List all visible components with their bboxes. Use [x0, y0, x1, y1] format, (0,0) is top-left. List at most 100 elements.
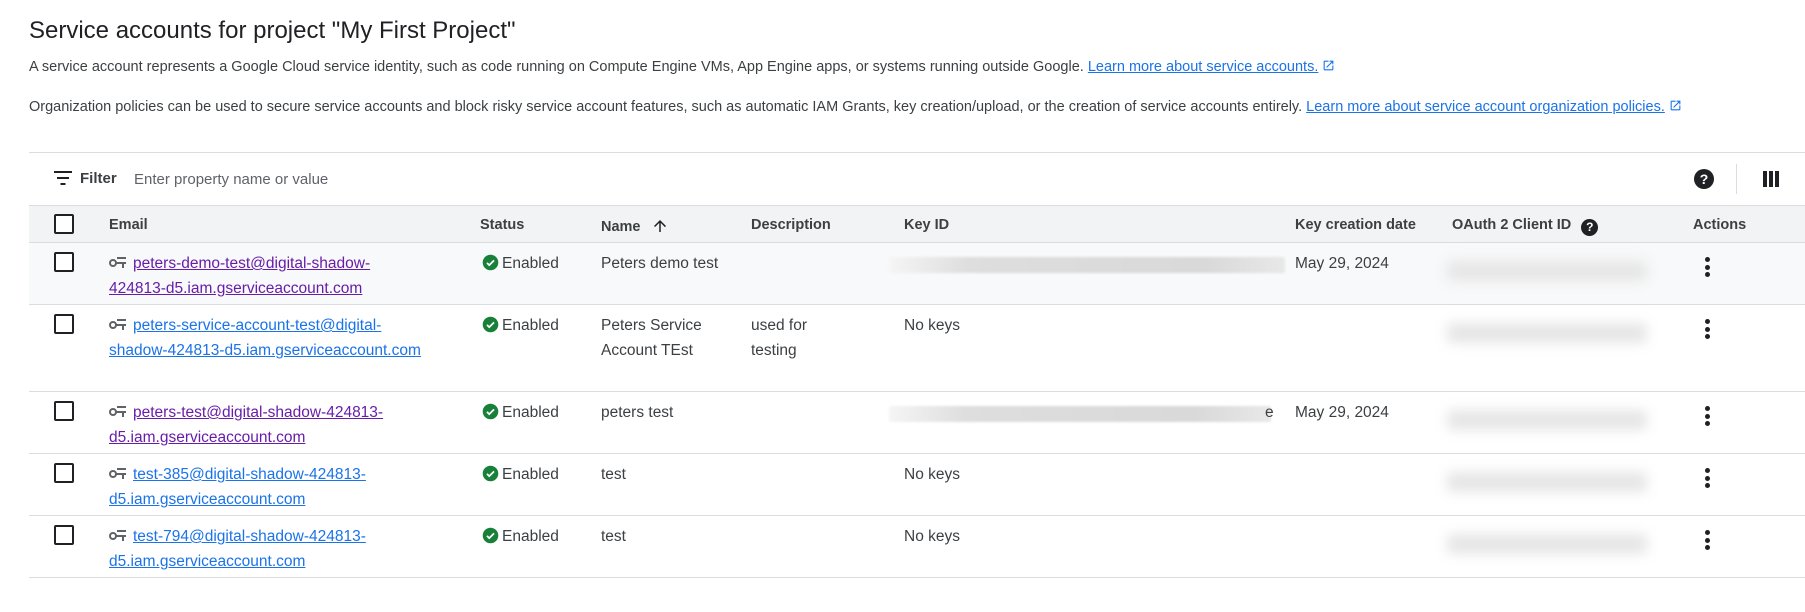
- column-header-email[interactable]: Email: [109, 217, 148, 233]
- service-accounts-table: Filter ? Email Status Name Description K…: [29, 152, 1805, 578]
- service-account-email-link[interactable]: peters-demo-test@digital-shadow- 424813-d…: [109, 255, 370, 297]
- email-line-1: test-794@digital-shadow-424813-: [133, 528, 366, 545]
- service-account-icon: [109, 319, 126, 330]
- status-label: Enabled: [502, 466, 559, 483]
- more-actions-button[interactable]: [1704, 468, 1710, 488]
- sort-ascending-icon[interactable]: [651, 217, 669, 235]
- service-account-icon: [109, 406, 126, 417]
- key-date-cell: May 29, 2024: [1295, 404, 1389, 421]
- status-cell: Enabled: [482, 400, 559, 425]
- redacted-oauth-client-id: [1447, 323, 1647, 343]
- learn-more-service-accounts-link[interactable]: Learn more about service accounts.: [1088, 59, 1336, 75]
- status-cell: Enabled: [482, 524, 559, 549]
- row-checkbox[interactable]: [54, 525, 74, 545]
- service-accounts-page: Service accounts for project "My First P…: [0, 0, 1805, 612]
- key-id-cell: No keys: [904, 317, 960, 334]
- filter-input[interactable]: [132, 167, 736, 191]
- policy-link-label: Learn more about service account organiz…: [1306, 99, 1665, 115]
- email-line-2: d5.iam.gserviceaccount.com: [109, 429, 306, 446]
- email-cell: test-794@digital-shadow-424813- d5.iam.gs…: [109, 524, 449, 574]
- email-cell: peters-service-account-test@digital-shad…: [109, 313, 469, 363]
- learn-more-policies-link[interactable]: Learn more about service account organiz…: [1306, 99, 1682, 115]
- email-line-1: peters-service-account-test@digital-: [133, 317, 382, 334]
- check-circle-icon: [482, 465, 499, 482]
- column-header-oauth-client-id[interactable]: OAuth 2 Client ID ?: [1452, 217, 1599, 236]
- email-cell: peters-test@digital-shadow-424813- d5.iam…: [109, 400, 449, 450]
- email-line-2: shadow-424813-d5.iam.gserviceaccount.com: [109, 342, 421, 359]
- email-line-1: peters-test@digital-shadow-424813-: [133, 404, 384, 421]
- row-checkbox[interactable]: [54, 252, 74, 272]
- table-row: test-385@digital-shadow-424813- d5.iam.gs…: [29, 454, 1805, 516]
- service-account-icon: [109, 530, 126, 541]
- email-cell: test-385@digital-shadow-424813- d5.iam.gs…: [109, 462, 449, 512]
- check-circle-icon: [482, 316, 499, 333]
- column-header-name-label: Name: [601, 219, 641, 235]
- status-label: Enabled: [502, 528, 559, 545]
- column-header-key-id[interactable]: Key ID: [904, 217, 949, 233]
- help-circle-icon[interactable]: ?: [1581, 219, 1599, 236]
- filter-icon[interactable]: [54, 171, 72, 185]
- key-id-cell: No keys: [904, 528, 960, 545]
- status-label: Enabled: [502, 255, 559, 272]
- table-row: test-794@digital-shadow-424813- d5.iam.gs…: [29, 516, 1805, 578]
- column-header-key-creation-date[interactable]: Key creation date: [1295, 217, 1416, 233]
- table-header: Email Status Name Description Key ID Key…: [29, 205, 1805, 243]
- filter-bar: Filter ?: [29, 152, 1805, 205]
- open-in-new-icon: [1670, 100, 1681, 111]
- row-checkbox[interactable]: [54, 463, 74, 483]
- service-account-email-link[interactable]: test-794@digital-shadow-424813- d5.iam.gs…: [109, 528, 366, 570]
- column-header-oauth-label: OAuth 2 Client ID: [1452, 217, 1572, 233]
- key-id-suffix: e: [1265, 404, 1274, 421]
- row-checkbox[interactable]: [54, 401, 74, 421]
- intro-link-label: Learn more about service accounts.: [1087, 59, 1319, 75]
- column-header-status[interactable]: Status: [480, 217, 524, 233]
- table-row: peters-service-account-test@digital-shad…: [29, 305, 1805, 392]
- column-header-description[interactable]: Description: [751, 217, 831, 233]
- more-actions-button[interactable]: [1704, 530, 1710, 550]
- service-account-icon: [109, 257, 126, 268]
- more-actions-button[interactable]: [1704, 319, 1710, 339]
- more-actions-button[interactable]: [1704, 406, 1710, 426]
- column-header-actions: Actions: [1693, 217, 1747, 233]
- name-cell: test: [601, 528, 626, 545]
- redacted-oauth-client-id: [1447, 261, 1647, 281]
- filter-label[interactable]: Filter: [80, 170, 117, 187]
- redacted-key-id: [889, 406, 1271, 422]
- column-header-name[interactable]: Name: [601, 217, 669, 235]
- email-cell: peters-demo-test@digital-shadow- 424813-d…: [109, 251, 449, 301]
- name-cell: Peters demo test: [601, 255, 719, 272]
- policy-text: Organization policies can be used to sec…: [29, 99, 1303, 115]
- service-account-email-link[interactable]: peters-test@digital-shadow-424813- d5.iam…: [109, 404, 383, 446]
- page-title: Service accounts for project "My First P…: [29, 17, 516, 44]
- status-label: Enabled: [502, 317, 559, 334]
- row-checkbox[interactable]: [54, 314, 74, 334]
- redacted-key-id: [889, 257, 1285, 273]
- check-circle-icon: [482, 403, 499, 420]
- redacted-oauth-client-id: [1447, 410, 1647, 430]
- service-account-email-link[interactable]: test-385@digital-shadow-424813- d5.iam.gs…: [109, 466, 366, 508]
- key-date-cell: May 29, 2024: [1295, 255, 1389, 272]
- email-line-2: d5.iam.gserviceaccount.com: [109, 491, 306, 508]
- email-line-2: d5.iam.gserviceaccount.com: [109, 553, 306, 570]
- name-cell: peters test: [601, 404, 674, 421]
- email-line-1: test-385@digital-shadow-424813-: [133, 466, 366, 483]
- description-cell: used for testing: [751, 317, 808, 359]
- service-account-icon: [109, 468, 126, 479]
- name-cell: Peters Service Account TEst: [601, 317, 702, 359]
- status-cell: Enabled: [482, 251, 559, 276]
- more-actions-button[interactable]: [1704, 257, 1710, 277]
- column-display-icon[interactable]: [1763, 171, 1779, 187]
- toolbar-divider: [1736, 164, 1737, 194]
- select-all-checkbox[interactable]: [54, 214, 74, 234]
- policy-paragraph: Organization policies can be used to sec…: [29, 99, 1682, 115]
- status-cell: Enabled: [482, 462, 559, 487]
- redacted-oauth-client-id: [1447, 472, 1647, 492]
- name-cell: test: [601, 466, 626, 483]
- key-id-cell: No keys: [904, 466, 960, 483]
- status-label: Enabled: [502, 404, 559, 421]
- status-cell: Enabled: [482, 313, 559, 338]
- help-icon[interactable]: ?: [1694, 169, 1714, 189]
- service-account-email-link[interactable]: peters-service-account-test@digital-shad…: [109, 317, 421, 359]
- check-circle-icon: [482, 527, 499, 544]
- check-circle-icon: [482, 254, 499, 271]
